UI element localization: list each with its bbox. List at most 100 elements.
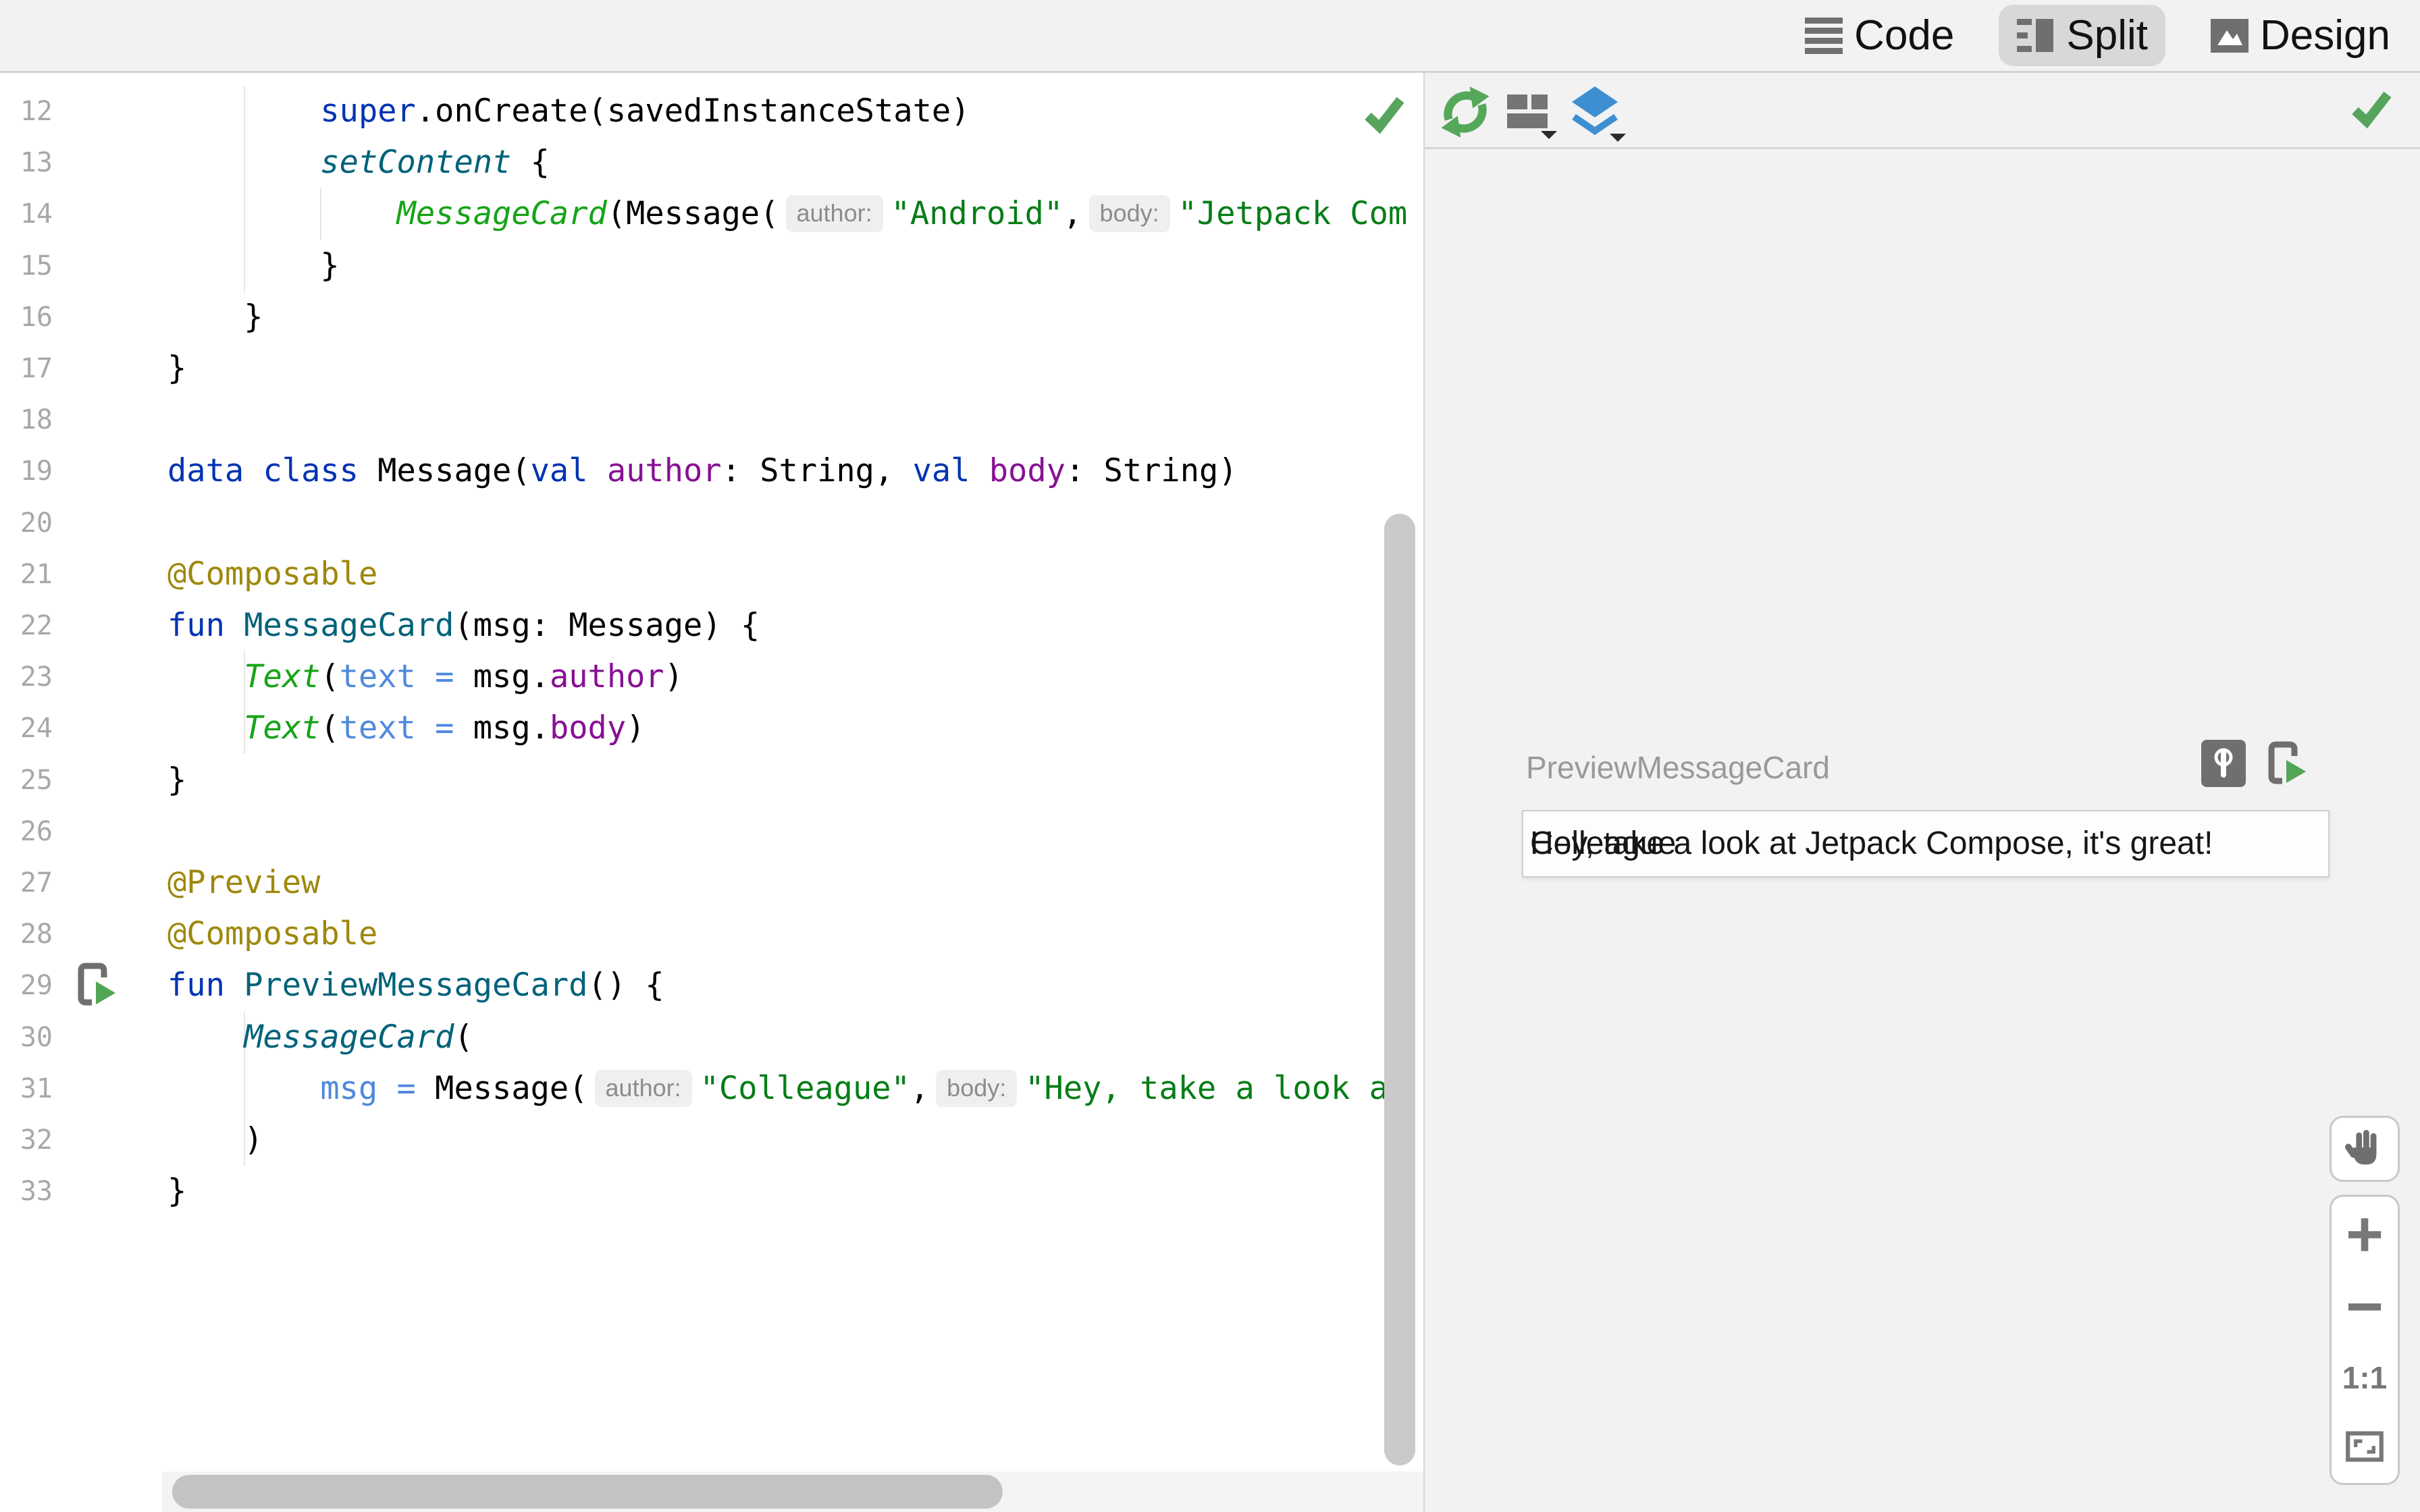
line-number[interactable]: 15: [0, 240, 53, 292]
code-token: author: [606, 452, 722, 490]
layout-options-icon[interactable]: [1503, 85, 1564, 146]
line-number[interactable]: 20: [0, 497, 53, 549]
code-token: {: [511, 144, 550, 182]
code-line-16[interactable]: 16 }: [0, 292, 1423, 343]
line-number[interactable]: 16: [0, 292, 53, 343]
line-number[interactable]: 14: [0, 188, 53, 240]
zoom-actual-size-button[interactable]: 1:1: [2332, 1359, 2398, 1396]
code-token: body: [549, 709, 627, 747]
line-number[interactable]: 25: [0, 755, 53, 806]
code-line-13[interactable]: 13 setContent {: [0, 137, 1423, 188]
parameter-hint-chip[interactable]: body:: [1088, 195, 1170, 233]
tab-design[interactable]: Design: [2192, 5, 2408, 66]
code-line-20[interactable]: 20: [0, 497, 1423, 549]
parameter-hint-chip[interactable]: body:: [936, 1069, 1018, 1107]
code-line-text: ): [167, 1114, 263, 1166]
line-number[interactable]: 33: [0, 1166, 53, 1217]
line-number[interactable]: 26: [0, 806, 53, 857]
line-number[interactable]: 13: [0, 137, 53, 188]
layers-icon[interactable]: [1568, 85, 1629, 146]
line-number[interactable]: 32: [0, 1114, 53, 1166]
code-line-15[interactable]: 15 }: [0, 240, 1423, 292]
code-line-26[interactable]: 26: [0, 806, 1423, 857]
parameter-hint-chip[interactable]: author:: [594, 1069, 692, 1107]
parameter-hint-chip[interactable]: author:: [785, 195, 883, 233]
code-line-text: }: [167, 343, 186, 394]
code-line-29[interactable]: 29 fun PreviewMessageCard() {: [0, 960, 1423, 1011]
tab-split[interactable]: Split: [1999, 5, 2165, 66]
line-number[interactable]: 18: [0, 394, 53, 446]
code-token: (: [454, 1018, 473, 1056]
code-line-14[interactable]: 14 MessageCard(Message(author: "Android",…: [0, 188, 1423, 240]
code-line-32[interactable]: 32 ): [0, 1114, 1423, 1166]
code-token: "Colleague": [700, 1069, 910, 1107]
line-number[interactable]: 19: [0, 446, 53, 497]
code-line-19[interactable]: 19 data class Message(val author: String,…: [0, 446, 1423, 497]
line-number[interactable]: 30: [0, 1012, 53, 1063]
interactive-mode-icon[interactable]: [2201, 740, 2246, 787]
code-line-27[interactable]: 27 @Preview: [0, 857, 1423, 909]
code-line-24[interactable]: 24 Text(text = msg.body): [0, 703, 1423, 754]
render-status-check-icon[interactable]: [2348, 85, 2409, 146]
code-line-text: @Composable: [167, 549, 377, 600]
line-number[interactable]: 22: [0, 600, 53, 651]
line-number[interactable]: 21: [0, 549, 53, 600]
preview-toolbar: [1425, 73, 2420, 149]
code-line-31[interactable]: 31 msg = Message(author: "Colleague", body…: [0, 1063, 1423, 1114]
zoom-in-button[interactable]: +: [2332, 1202, 2398, 1267]
code-line-28[interactable]: 28 @Composable: [0, 909, 1423, 960]
line-number[interactable]: 28: [0, 909, 53, 960]
run-preview-gutter-icon[interactable]: [73, 963, 117, 1007]
pan-hand-icon: [2344, 1127, 2386, 1172]
code-line-30[interactable]: 30 MessageCard(: [0, 1012, 1423, 1063]
code-line-22[interactable]: 22 fun MessageCard(msg: Message) {: [0, 600, 1423, 651]
code-line-21[interactable]: 21 @Composable: [0, 549, 1423, 600]
code-line-text: setContent {: [167, 137, 550, 188]
inspections-check-icon[interactable]: [1361, 90, 1407, 136]
pan-hand-button[interactable]: [2330, 1116, 2400, 1182]
tab-code[interactable]: Code: [1787, 5, 1972, 66]
code-token: msg.: [473, 658, 550, 696]
code-line-12[interactable]: 12 super.onCreate(savedInstanceState): [0, 86, 1423, 137]
code-line-17[interactable]: 17}: [0, 343, 1423, 394]
line-number[interactable]: 12: [0, 86, 53, 137]
line-number[interactable]: 24: [0, 703, 53, 754]
line-number[interactable]: 17: [0, 343, 53, 394]
code-line-text: @Composable: [167, 909, 377, 960]
line-number[interactable]: 31: [0, 1063, 53, 1114]
view-mode-tabs: Code Split Design: [1787, 0, 2408, 71]
editor-vertical-scrollbar[interactable]: [1384, 514, 1415, 1465]
code-token: msg.: [473, 709, 550, 747]
zoom-out-button[interactable]: −: [2332, 1274, 2398, 1339]
code-token: : String,: [721, 452, 913, 490]
preview-title[interactable]: PreviewMessageCard: [1526, 749, 1830, 786]
editor-horizontal-scrollbar[interactable]: [172, 1475, 1003, 1509]
tab-code-label: Code: [1854, 12, 1955, 59]
build-refresh-icon[interactable]: [1438, 85, 1499, 146]
code-token: PreviewMessageCard: [244, 967, 588, 1004]
line-number[interactable]: 29: [0, 960, 53, 1011]
code-token: "Android": [891, 195, 1063, 233]
code-line-text: MessageCard(: [167, 1012, 473, 1063]
code-lines-icon: [1804, 17, 1843, 55]
run-preview-on-device-icon[interactable]: [2263, 740, 2308, 787]
code-line-33[interactable]: 33}: [0, 1166, 1423, 1217]
code-token: MessageCard: [396, 195, 607, 233]
line-number[interactable]: 27: [0, 857, 53, 909]
preview-render-area[interactable]: Colleague Hey, take a look at Jetpack Co…: [1522, 810, 2330, 878]
code-line-text: }: [167, 292, 263, 343]
code-line-23[interactable]: 23 Text(text = msg.author): [0, 651, 1423, 703]
code-line-25[interactable]: 25}: [0, 755, 1423, 806]
code-editor[interactable]: 12 super.onCreate(savedInstanceState) 13 …: [0, 73, 1423, 1512]
code-token: @Preview: [167, 864, 321, 901]
code-token: class: [263, 452, 359, 490]
code-token: val: [530, 452, 588, 490]
code-line-18[interactable]: 18: [0, 394, 1423, 446]
line-number[interactable]: 23: [0, 651, 53, 703]
zoom-to-fit-button[interactable]: [2332, 1431, 2398, 1465]
zoom-to-fit-icon: [2345, 1431, 2384, 1465]
code-token: ): [626, 709, 646, 747]
zoom-controls: + − 1:1: [2330, 1195, 2400, 1485]
